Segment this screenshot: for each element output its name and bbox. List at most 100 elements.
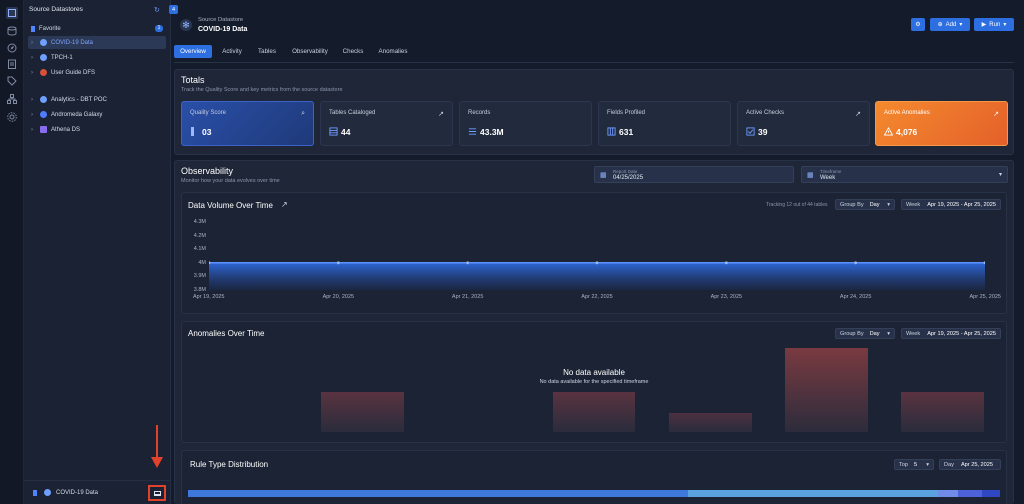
y-tick-label: 4.2M: [193, 232, 206, 239]
sidebar-item-covid-19-data[interactable]: › COVID-19 Data: [28, 36, 166, 49]
sidebar-item-andromeda-galaxy[interactable]: › Andromeda Galaxy: [28, 108, 166, 121]
calendar-icon: ▦: [600, 172, 607, 179]
report-date-value: 04/25/2025: [613, 175, 644, 181]
date-range-picker[interactable]: Week Apr 19, 2025 - Apr 25, 2025: [901, 328, 1001, 339]
totals-title: Totals: [181, 75, 205, 85]
explore-icon[interactable]: [6, 42, 18, 54]
settings-button[interactable]: ⚙: [911, 18, 925, 31]
active-checks-card[interactable]: Active Checks ↗ 39: [737, 101, 870, 146]
group-by-label: Group By: [840, 201, 864, 208]
distribution-segment[interactable]: [688, 490, 938, 497]
run-button[interactable]: ▶ Run ▾: [974, 18, 1014, 31]
datastore-logo-icon: ✻: [180, 19, 192, 31]
sidebar-item-athena-ds[interactable]: › Athena DS: [28, 123, 166, 136]
active-anomalies-card[interactable]: Active Anomalies ↗ 4,076: [875, 101, 1008, 146]
quality-score-card[interactable]: Quality Score ⌕ 03: [181, 101, 314, 146]
distribution-segment[interactable]: [938, 490, 958, 497]
collapse-panel-button[interactable]: [148, 485, 166, 501]
sidebar-item-label: COVID-19 Data: [51, 39, 94, 46]
group-by-label: Group By: [840, 330, 864, 337]
chevron-down-icon: ▾: [887, 330, 890, 337]
distribution-segment[interactable]: [958, 490, 982, 497]
report-date-label: Report Date: [613, 169, 638, 174]
volume-area: [209, 262, 985, 290]
tab-observability[interactable]: Observability: [286, 45, 334, 58]
panel-icon: [153, 490, 161, 496]
flow-icon[interactable]: [6, 93, 18, 105]
clipboard-icon[interactable]: [6, 58, 18, 70]
bookmark-icon: [33, 490, 37, 496]
kpi-label: Tables Cataloged: [329, 110, 376, 116]
tab-overview[interactable]: Overview: [174, 45, 212, 58]
rule-distribution-title: Rule Type Distribution: [190, 460, 269, 469]
tables-cataloged-card[interactable]: Tables Cataloged ↗ 44: [320, 101, 453, 146]
favorite-count: 1: [155, 25, 163, 32]
settings-icon[interactable]: [6, 111, 18, 123]
tab-tables[interactable]: Tables: [252, 45, 282, 58]
x-tick-label: Apr 20, 2025: [322, 294, 355, 300]
refresh-icon[interactable]: ↻: [154, 6, 162, 14]
y-tick-label: 3.9M: [193, 273, 206, 280]
tab-checks[interactable]: Checks: [338, 45, 368, 58]
group-by-select[interactable]: Group By Day ▾: [835, 328, 895, 339]
favorite-label: Favorite: [39, 25, 61, 32]
fields-profiled-card[interactable]: Fields Profiled 631: [598, 101, 731, 146]
kpi-label: Active Anomalies: [884, 110, 930, 116]
distribution-segment[interactable]: [982, 490, 1000, 497]
datastore-icon[interactable]: [6, 25, 18, 37]
sidebar-title: Source Datastores: [29, 6, 83, 13]
tab-divider: [174, 62, 1014, 63]
data-volume-title: Data Volume Over Time: [188, 201, 273, 210]
totals-subtitle: Track the Quality Score and key metrics …: [181, 87, 343, 93]
kpi-label: Records: [468, 110, 491, 116]
datastore-logo-icon: [44, 489, 51, 496]
date-range-picker[interactable]: Week Apr 19, 2025 - Apr 25, 2025: [901, 199, 1001, 210]
y-tick-label: 3.8M: [193, 287, 206, 293]
x-tick-label: Apr 22, 2025: [581, 294, 613, 300]
sidebar-item-tpch-1[interactable]: › TPCH-1: [28, 51, 166, 64]
sidebar-item-analytics-dbt-poc[interactable]: › Analytics - DBT POC: [28, 93, 166, 106]
run-button-label: Run: [989, 21, 1001, 28]
chevron-right-icon: ›: [31, 54, 33, 61]
day-label: Day: [944, 461, 954, 468]
tag-icon[interactable]: [6, 75, 18, 87]
top-select[interactable]: Top 5 ▾: [894, 459, 934, 470]
sidebar-badge[interactable]: 4: [169, 5, 178, 14]
volume-point[interactable]: [595, 261, 599, 265]
observability-subtitle: Monitor how your data evolves over time: [181, 178, 280, 184]
chevron-right-icon: ›: [31, 111, 33, 118]
add-button[interactable]: ⊕ Add ▾: [930, 18, 970, 31]
volume-point[interactable]: [336, 261, 340, 265]
sidebar-item-user-guide-dfs[interactable]: › User Guide DFS: [28, 66, 166, 79]
placeholder-bar: [785, 348, 868, 432]
distribution-segment[interactable]: [188, 490, 688, 497]
y-tick-label: 4M: [198, 259, 206, 266]
tab-activity[interactable]: Activity: [216, 45, 248, 58]
tracking-text: Tracking 12 out of 44 tables: [766, 202, 828, 208]
records-card[interactable]: Records 43.3M: [459, 101, 592, 146]
group-by-select[interactable]: Group By Day ▾: [835, 199, 895, 210]
volume-point[interactable]: [724, 261, 728, 265]
sidebar-item-label: User Guide DFS: [51, 69, 96, 76]
score-bar-icon: [191, 127, 194, 136]
favorite-header[interactable]: Favorite 1: [28, 22, 166, 35]
datastore-logo-icon: [40, 39, 47, 46]
date-picker[interactable]: Day Apr 25, 2025: [939, 459, 1001, 470]
group-by-value: Day: [869, 201, 880, 208]
datastore-logo-icon: [40, 69, 47, 76]
placeholder-bar: [901, 392, 984, 432]
y-tick-label: 4.1M: [193, 246, 206, 253]
sidebar-item-label: Athena DS: [51, 126, 81, 133]
external-link-icon[interactable]: ↗: [281, 200, 288, 209]
home-icon[interactable]: [6, 7, 18, 19]
kpi-value: 03: [202, 127, 212, 137]
volume-point[interactable]: [854, 261, 858, 265]
x-tick-label: Apr 23, 2025: [710, 294, 743, 300]
timeframe-select[interactable]: ▦ Timeframe Week ▾: [801, 166, 1008, 183]
kpi-label: Quality Score: [190, 110, 227, 116]
chevron-right-icon: ›: [31, 69, 33, 76]
tab-anomalies[interactable]: Anomalies: [372, 45, 414, 58]
external-link-icon: ↗: [438, 111, 444, 118]
report-date-picker[interactable]: ▦ Report Date 04/25/2025: [594, 166, 794, 183]
volume-point[interactable]: [466, 261, 470, 265]
